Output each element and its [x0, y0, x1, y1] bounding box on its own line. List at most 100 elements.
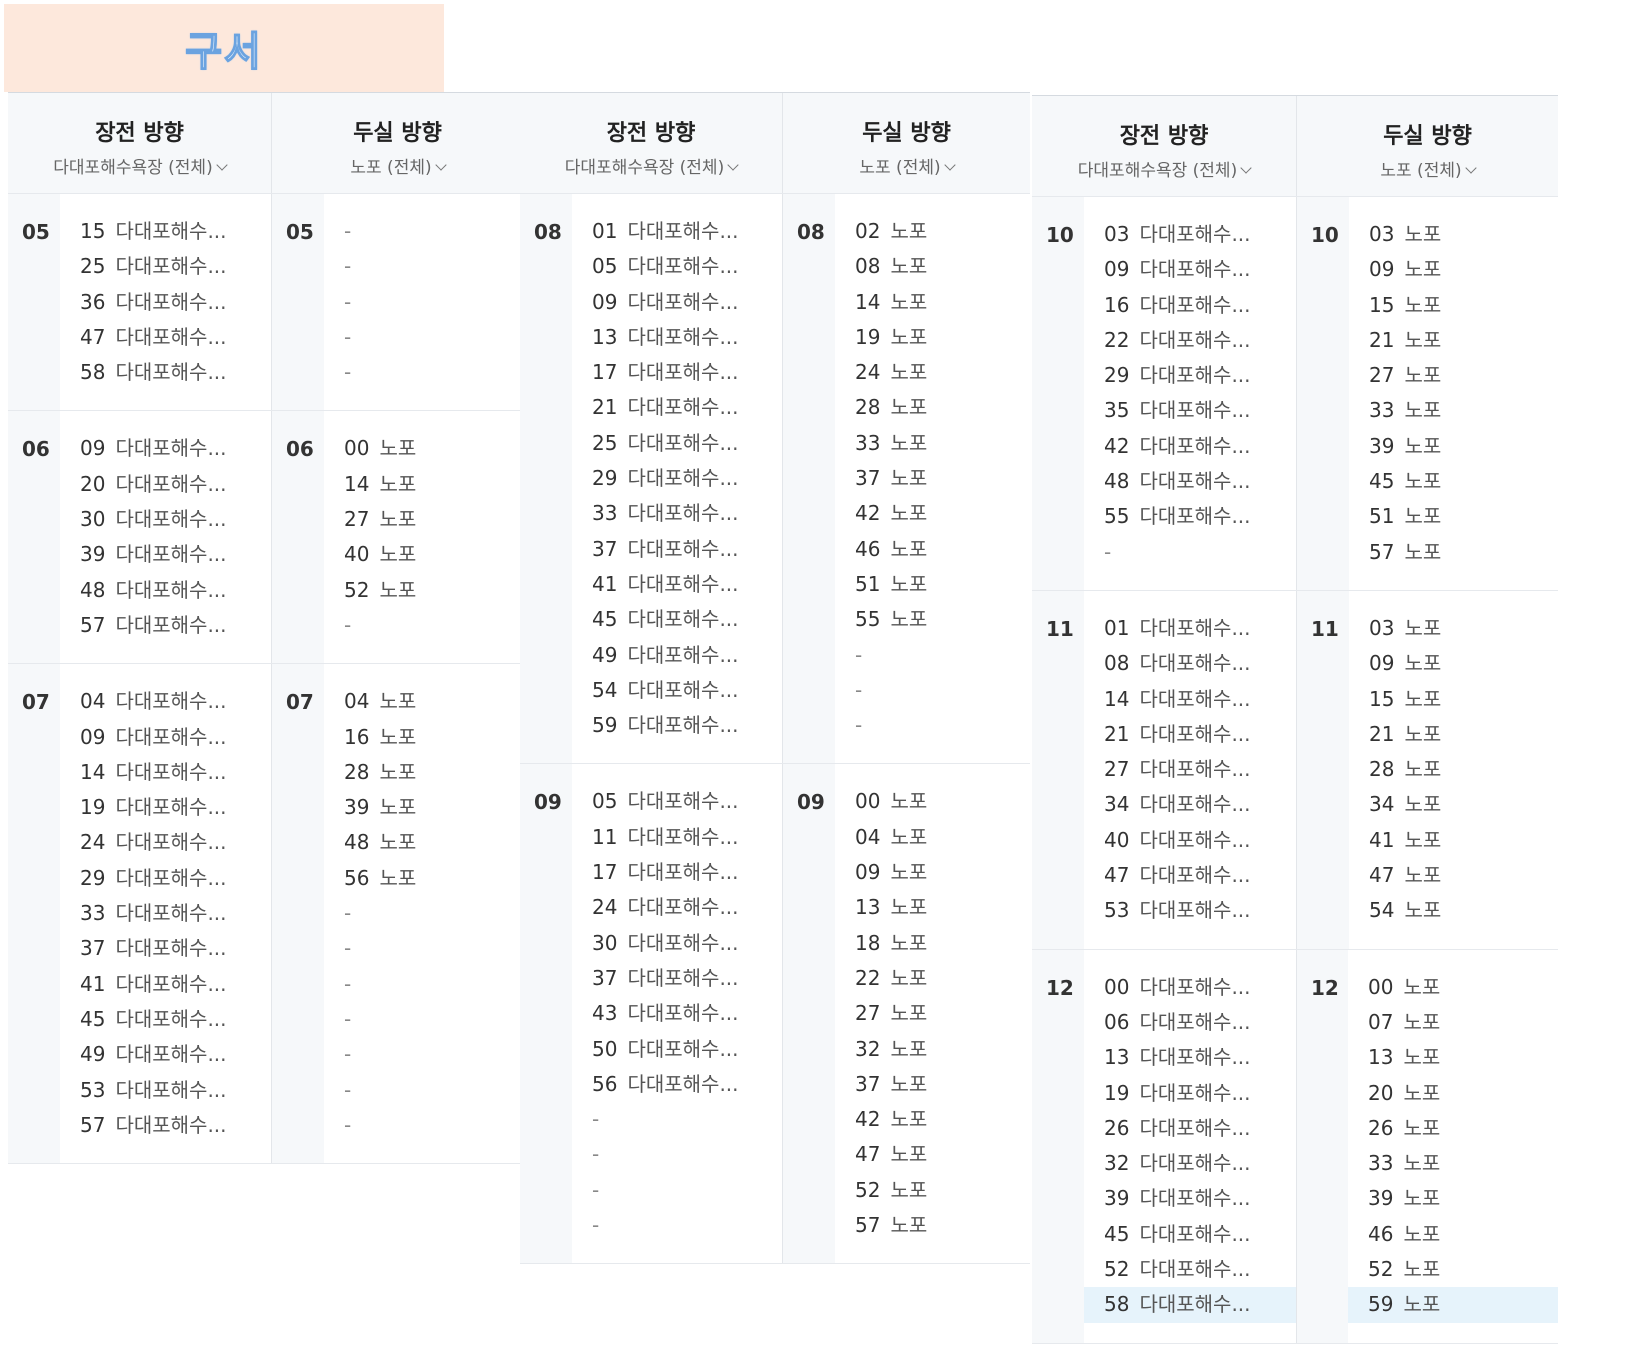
departure-row[interactable]: 34 노포: [1369, 787, 1441, 822]
departure-row[interactable]: 58 다대포해수...: [80, 355, 227, 390]
destination-dropdown-right[interactable]: 노포 (전체): [1297, 156, 1558, 181]
departure-row[interactable]: 14 다대포해수...: [80, 755, 227, 790]
departure-row[interactable]: 28 노포: [855, 390, 927, 425]
departure-row[interactable]: 57 노포: [1369, 535, 1441, 570]
departure-row[interactable]: 34 다대포해수...: [1104, 787, 1251, 822]
departure-row[interactable]: 22 노포: [855, 961, 927, 996]
departure-row-highlighted[interactable]: 59 노포: [1348, 1287, 1558, 1323]
departure-row[interactable]: 14 다대포해수...: [1104, 682, 1251, 717]
departure-row[interactable]: -: [855, 708, 927, 743]
departure-row[interactable]: 15 노포: [1369, 288, 1441, 323]
departure-row[interactable]: 21 노포: [1369, 717, 1441, 752]
departure-row[interactable]: -: [344, 896, 416, 931]
departure-row[interactable]: 13 다대포해수...: [592, 320, 739, 355]
departure-row[interactable]: 33 다대포해수...: [592, 496, 739, 531]
departure-row[interactable]: 33 노포: [855, 426, 927, 461]
departure-row[interactable]: 27 다대포해수...: [1104, 752, 1251, 787]
departure-row[interactable]: 43 다대포해수...: [592, 996, 739, 1031]
departure-row[interactable]: 04 노포: [344, 684, 416, 719]
departure-row[interactable]: 19 노포: [855, 320, 927, 355]
departure-row[interactable]: 24 다대포해수...: [592, 890, 739, 925]
departure-row[interactable]: -: [344, 285, 351, 320]
departure-row[interactable]: 39 노포: [1369, 429, 1441, 464]
departure-row[interactable]: 39 노포: [344, 790, 416, 825]
departure-row[interactable]: 00 노포: [344, 431, 416, 466]
departure-row[interactable]: 19 다대포해수...: [1104, 1076, 1296, 1111]
departure-row[interactable]: -: [855, 638, 927, 673]
departure-row[interactable]: 09 다대포해수...: [80, 431, 227, 466]
departure-row[interactable]: 54 다대포해수...: [592, 673, 739, 708]
destination-dropdown-left[interactable]: 다대포해수욕장 (전체): [1032, 156, 1296, 181]
departure-row[interactable]: 27 노포: [344, 502, 416, 537]
departure-row[interactable]: 37 다대포해수...: [80, 931, 227, 966]
departure-row[interactable]: -: [1104, 535, 1251, 570]
departure-row[interactable]: -: [855, 673, 927, 708]
departure-row[interactable]: 37 노포: [855, 461, 927, 496]
departure-row[interactable]: 36 다대포해수...: [80, 285, 227, 320]
departure-row[interactable]: 37 다대포해수...: [592, 961, 739, 996]
departure-row[interactable]: 48 다대포해수...: [1104, 464, 1251, 499]
departure-row[interactable]: 57 다대포해수...: [80, 1108, 227, 1143]
departure-row[interactable]: 13 노포: [1368, 1040, 1558, 1075]
departure-row[interactable]: 22 다대포해수...: [1104, 323, 1251, 358]
departure-row[interactable]: 03 노포: [1369, 611, 1441, 646]
departure-row[interactable]: 03 노포: [1369, 217, 1441, 252]
departure-row[interactable]: 52 다대포해수...: [1104, 1252, 1296, 1287]
departure-row[interactable]: 05 다대포해수...: [592, 249, 739, 284]
departure-row[interactable]: 15 노포: [1369, 682, 1441, 717]
departure-row[interactable]: -: [344, 214, 351, 249]
departure-row[interactable]: 41 다대포해수...: [592, 567, 739, 602]
departure-row[interactable]: -: [344, 249, 351, 284]
departure-row[interactable]: 56 다대포해수...: [592, 1067, 739, 1102]
departure-row[interactable]: 32 노포: [855, 1032, 927, 1067]
departure-row[interactable]: -: [344, 967, 416, 1002]
departure-row[interactable]: 48 다대포해수...: [80, 573, 227, 608]
departure-row[interactable]: 21 노포: [1369, 323, 1441, 358]
departure-row[interactable]: 37 다대포해수...: [592, 532, 739, 567]
departure-row[interactable]: -: [344, 320, 351, 355]
departure-row[interactable]: 27 노포: [855, 996, 927, 1031]
departure-row[interactable]: 46 노포: [1368, 1217, 1558, 1252]
departure-row[interactable]: 56 노포: [344, 861, 416, 896]
departure-row[interactable]: 17 다대포해수...: [592, 355, 739, 390]
departure-row[interactable]: 55 다대포해수...: [1104, 499, 1251, 534]
departure-row[interactable]: 21 다대포해수...: [1104, 717, 1251, 752]
departure-row[interactable]: 09 다대포해수...: [1104, 252, 1251, 287]
departure-row[interactable]: 14 노포: [344, 467, 416, 502]
departure-row[interactable]: 59 다대포해수...: [592, 708, 739, 743]
departure-row[interactable]: 16 노포: [344, 720, 416, 755]
departure-row[interactable]: 15 다대포해수...: [80, 214, 227, 249]
departure-row[interactable]: 03 다대포해수...: [1104, 217, 1251, 252]
departure-row[interactable]: 28 노포: [1369, 752, 1441, 787]
departure-row[interactable]: 53 다대포해수...: [80, 1073, 227, 1108]
departure-row[interactable]: 47 다대포해수...: [80, 320, 227, 355]
departure-row[interactable]: 54 노포: [1369, 893, 1441, 928]
departure-row[interactable]: 47 노포: [855, 1137, 927, 1172]
departure-row[interactable]: 39 다대포해수...: [1104, 1181, 1296, 1216]
departure-row[interactable]: 00 노포: [855, 784, 927, 819]
departure-row[interactable]: 00 다대포해수...: [1104, 970, 1296, 1005]
departure-row[interactable]: -: [592, 1102, 739, 1137]
departure-row[interactable]: 39 노포: [1368, 1181, 1558, 1216]
departure-row[interactable]: -: [344, 1073, 416, 1108]
departure-row[interactable]: 19 다대포해수...: [80, 790, 227, 825]
departure-row[interactable]: 05 다대포해수...: [592, 784, 739, 819]
departure-row[interactable]: 52 노포: [1368, 1252, 1558, 1287]
departure-row[interactable]: 41 다대포해수...: [80, 967, 227, 1002]
departure-row[interactable]: 02 노포: [855, 214, 927, 249]
departure-row[interactable]: 33 다대포해수...: [80, 896, 227, 931]
departure-row[interactable]: -: [344, 355, 351, 390]
departure-row[interactable]: 41 노포: [1369, 823, 1441, 858]
departure-row[interactable]: 09 다대포해수...: [80, 720, 227, 755]
departure-row[interactable]: -: [344, 931, 416, 966]
departure-row[interactable]: 14 노포: [855, 285, 927, 320]
departure-row[interactable]: 55 노포: [855, 602, 927, 637]
departure-row[interactable]: 20 다대포해수...: [80, 467, 227, 502]
departure-row[interactable]: 42 노포: [855, 1102, 927, 1137]
departure-row[interactable]: 28 노포: [344, 755, 416, 790]
departure-row[interactable]: -: [344, 1002, 416, 1037]
departure-row[interactable]: 06 다대포해수...: [1104, 1005, 1296, 1040]
departure-row[interactable]: 40 다대포해수...: [1104, 823, 1251, 858]
departure-row[interactable]: 04 다대포해수...: [80, 684, 227, 719]
departure-row[interactable]: 52 노포: [344, 573, 416, 608]
